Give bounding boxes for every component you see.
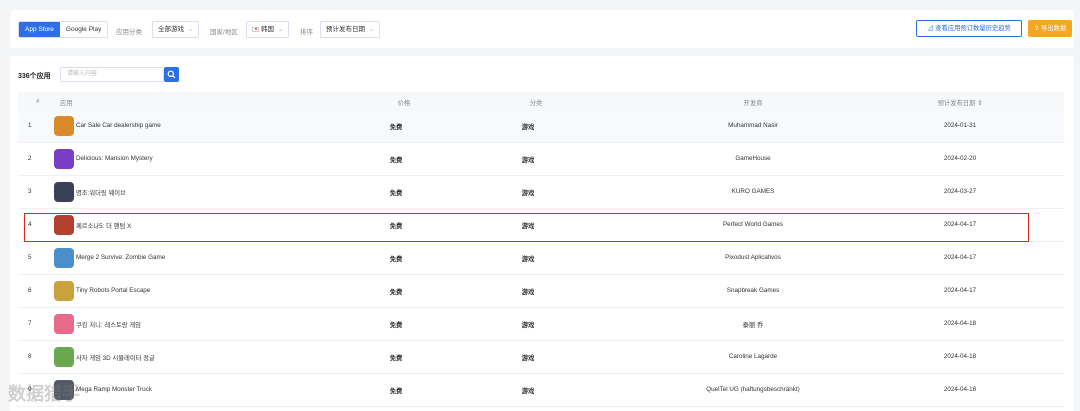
result-count: 336个应用 [18, 73, 51, 80]
cell-release-date: 2024-01-31 [943, 122, 977, 129]
store-toggle: App Store Google Play [18, 21, 109, 38]
app-icon[interactable] [54, 116, 74, 136]
cell-row-number: 8 [28, 353, 32, 360]
cell-release-date: 2024-03-27 [943, 188, 977, 195]
cell-release-date: 2024-04-18 [943, 386, 977, 393]
korea-flag-icon [252, 26, 259, 32]
app-icon[interactable] [54, 347, 74, 367]
cell-category: 游戏 [521, 190, 535, 197]
cell-developer: GameHouse [735, 155, 771, 162]
table-row[interactable]: 8 사자 게임 3D 시뮬레이터 정글 免费 游戏 Caroline Lagarde 20… [18, 341, 1064, 374]
cell-release-date: 2024-04-18 [943, 320, 977, 327]
col-release-date[interactable]: 预计发布日期 ⇕ [938, 98, 983, 107]
table-row[interactable]: 6 Tiny Robots Portal Escape 免费 游戏 Snapbreak … [18, 275, 1064, 308]
cell-app-name[interactable]: Merge 2 Survive: Zombie Game [76, 254, 165, 261]
cell-row-number: 3 [28, 188, 32, 195]
chevron-down-icon: ⌄ [188, 27, 194, 33]
cell-price: 免费 [389, 355, 403, 362]
cell-price: 免费 [389, 124, 403, 131]
cell-price: 免费 [389, 322, 403, 329]
cell-developer: Caroline Lagarde [728, 353, 778, 360]
cell-release-date: 2024-04-17 [943, 287, 977, 294]
cell-app-name[interactable]: Car Sale Car dealership game [76, 122, 161, 129]
watermark-logo: 数据猎手 [8, 384, 80, 404]
cell-price: 免费 [389, 289, 403, 296]
cell-release-date: 2024-04-17 [943, 254, 977, 261]
cell-app-name[interactable]: Tiny Robots Portal Escape [76, 287, 150, 294]
cell-developer: Snapbreak Games [726, 287, 780, 294]
export-button[interactable]: ⇪ 导出数据 [1028, 20, 1072, 37]
cell-app-name[interactable]: Delicious: Mansion Mystery [76, 155, 153, 162]
region-select[interactable]: 韩国 ⌄ [246, 21, 290, 38]
app-icon[interactable] [54, 281, 74, 301]
category-label: 应用分类 [116, 29, 142, 36]
cell-app-name[interactable]: 명조:워더링 웨이브 [76, 188, 126, 197]
sort-select[interactable]: 预计发布日期 ⌄ [320, 21, 381, 38]
table-row[interactable]: 5 Merge 2 Survive: Zombie Game 免费 游戏 Pixodus… [18, 242, 1064, 275]
col-category: 分类 [529, 100, 543, 107]
app-icon[interactable] [54, 314, 74, 334]
cell-category: 游戏 [521, 256, 535, 263]
cell-category: 游戏 [521, 289, 535, 296]
cell-developer: Muhammad Nasir [728, 122, 778, 129]
cell-app-name[interactable]: Mega Ramp Monster Truck [76, 386, 152, 393]
cell-price: 免费 [389, 157, 403, 164]
cell-category: 游戏 [521, 355, 535, 362]
col-num: # [36, 98, 40, 105]
cell-category: 游戏 [521, 388, 535, 395]
cell-release-date: 2024-04-18 [943, 353, 977, 360]
search-input[interactable]: 请输入内容 [60, 67, 164, 82]
table-row[interactable]: 7 쿠킹 저니: 레스토랑 게임 免费 游戏 泰丽 乔 2024-04-18 [18, 308, 1064, 341]
cell-price: 免费 [389, 256, 403, 263]
table-row[interactable]: 3 명조:워더링 웨이브 免费 游戏 KURO GAMES 2024-03-27 [18, 176, 1064, 209]
table-header: # 应用 价格 分类 开发商 预计发布日期 ⇕ [18, 92, 1064, 110]
cell-row-number: 6 [28, 287, 32, 294]
cell-row-number: 2 [28, 155, 32, 162]
cell-row-number: 7 [28, 320, 32, 327]
table-row[interactable]: 9 Mega Ramp Monster Truck 免费 游戏 QuelTel UG (… [18, 374, 1064, 407]
cell-category: 游戏 [521, 322, 535, 329]
sort-icon: ⇕ [975, 100, 983, 107]
search-button[interactable] [164, 67, 179, 82]
history-trend-button[interactable]: ⊿ 查看应用预订数量历史趋势 [916, 20, 1022, 37]
app-icon[interactable] [54, 182, 74, 202]
chevron-down-icon: ⌄ [369, 27, 375, 33]
export-icon: ⇪ [1033, 25, 1041, 32]
app-icon[interactable] [54, 149, 74, 169]
filter-bar: App Store Google Play 应用分类 全部游戏 ⌄ 国家/地区 韩… [10, 10, 1074, 48]
cell-price: 免费 [389, 388, 403, 395]
chevron-down-icon: ⌄ [278, 27, 284, 33]
cell-category: 游戏 [521, 124, 535, 131]
cell-app-name[interactable]: 사자 게임 3D 시뮬레이터 정글 [76, 353, 155, 362]
cell-row-number: 1 [28, 122, 32, 129]
cell-app-name[interactable]: 쿠킹 저니: 레스토랑 게임 [76, 320, 141, 329]
cell-developer: QuelTel UG (haftungsbeschränkt) [706, 386, 800, 393]
cell-developer: KURO GAMES [731, 188, 775, 195]
sort-label: 排序 [300, 29, 313, 36]
table-row[interactable]: 1 Car Sale Car dealership game 免费 游戏 Muhamma… [18, 110, 1064, 143]
tab-app-store[interactable]: App Store [19, 22, 60, 37]
tab-google-play[interactable]: Google Play [59, 22, 108, 37]
cell-row-number: 5 [28, 254, 32, 261]
cell-release-date: 2024-02-20 [943, 155, 977, 162]
col-app: 应用 [60, 100, 73, 107]
table-row[interactable]: 2 Delicious: Mansion Mystery 免费 游戏 GameHouse… [18, 143, 1064, 176]
col-price: 价格 [397, 100, 411, 107]
cell-developer: 泰丽 乔 [742, 322, 764, 329]
cell-price: 免费 [389, 190, 403, 197]
search-icon [167, 70, 176, 79]
selected-row-highlight [24, 213, 1029, 242]
region-label: 国家/地区 [210, 29, 238, 36]
col-developer: 开发商 [743, 100, 763, 107]
cell-developer: Pixodust Aplicativos [725, 254, 781, 261]
category-select[interactable]: 全部游戏 ⌄ [152, 21, 200, 38]
cell-category: 游戏 [521, 157, 535, 164]
app-icon[interactable] [54, 248, 74, 268]
